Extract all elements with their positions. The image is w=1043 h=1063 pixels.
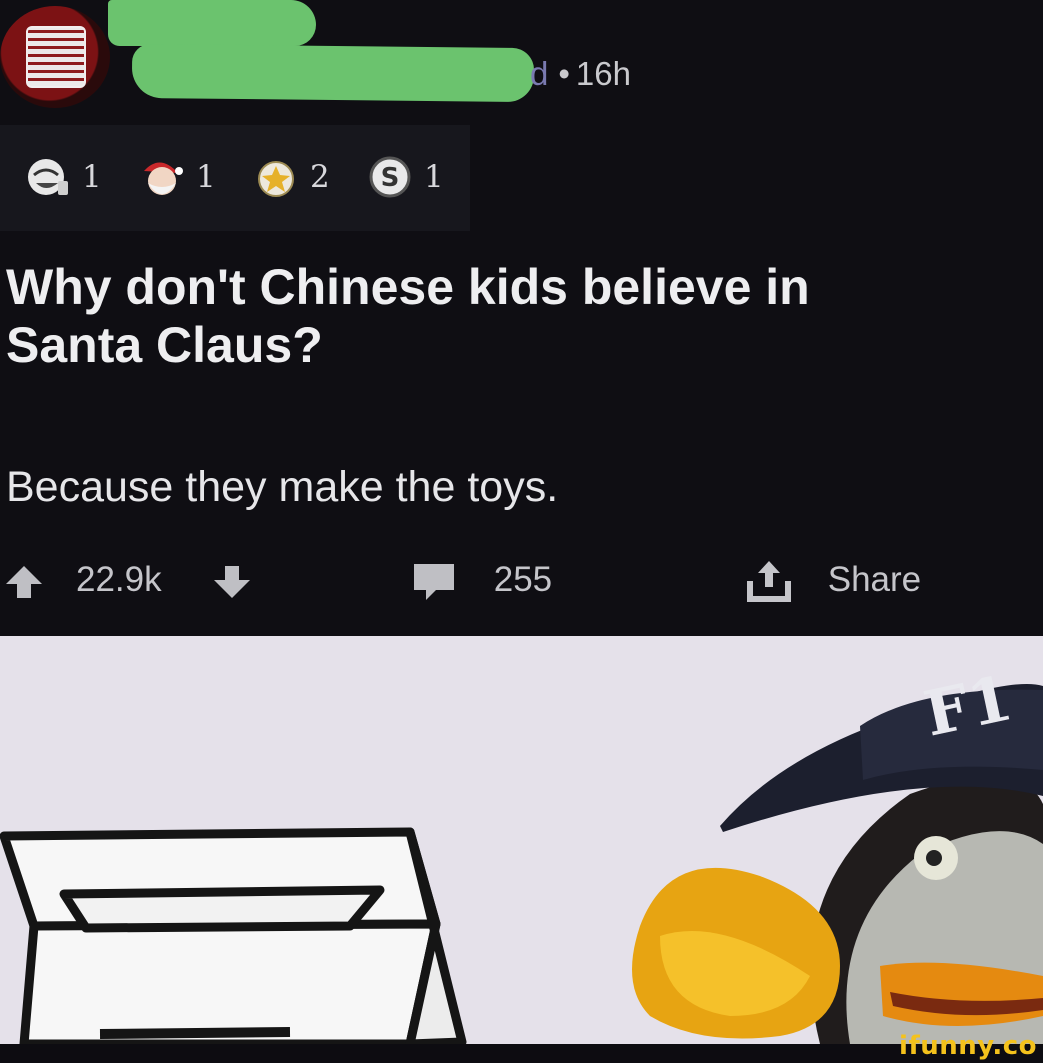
username-fragment: d [530,55,549,92]
share-label: Share [827,560,922,599]
user-avatar[interactable] [0,6,110,108]
upvote-arrow-icon [6,565,42,598]
meme-image: F1 [0,636,1043,1044]
meta-separator: • [558,55,570,92]
award-count: 1 [196,159,216,195]
post-time: 16h [575,55,631,92]
meme-illustration: F1 [0,636,1043,1044]
award-count: 1 [424,159,444,195]
silver-award-icon: S [369,156,411,198]
post-title[interactable]: Why don't Chinese kids believe in Santa … [6,258,1026,374]
avatar-emblem [26,26,86,88]
box-drawing [0,827,467,1044]
comment-count: 255 [493,560,553,599]
post-card: d • 16h 1 1 2 S 1 Why don't Chinese kids… [0,0,1043,636]
award-count: 2 [310,159,330,195]
post-body: Because they make the toys. [6,463,559,511]
gold-star-award-icon [258,161,294,197]
post-title-line: Santa Claus? [6,317,323,373]
vote-score: 22.9k [76,560,162,599]
redaction-mark [108,0,316,46]
share-icon [747,560,791,602]
comments-button[interactable]: 255 [410,552,552,608]
downvote-arrow-icon [214,565,250,598]
upvote-button[interactable] [4,552,44,608]
santa-award-icon [144,162,183,195]
post-meta: d • 16h [530,52,631,96]
laughing-face-award-icon [28,159,68,195]
svg-text:S: S [381,163,400,193]
share-button[interactable]: Share [744,552,921,608]
redaction-mark-username [131,43,535,103]
post-title-line: Why don't Chinese kids believe in [6,259,810,315]
comment-bubble-icon [414,563,454,600]
downvote-button[interactable] [212,552,252,608]
ifunny-watermark: ifunny.co [899,1031,1037,1061]
award-count: 1 [82,159,102,195]
